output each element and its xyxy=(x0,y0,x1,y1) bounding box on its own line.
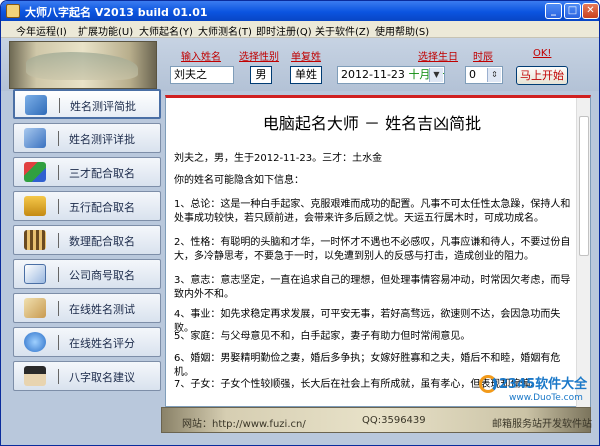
scrollbar-thumb[interactable] xyxy=(579,116,589,256)
vertical-scrollbar[interactable] xyxy=(576,98,590,407)
gender-label: 选择性别 xyxy=(239,52,279,63)
sidebar-item-three-talents[interactable]: 三才配合取名 xyxy=(13,157,161,187)
watermark-url: www.DuoTe.com xyxy=(509,393,583,403)
scholar-icon xyxy=(24,366,46,386)
sidebar-item-label: 姓名测评详批 xyxy=(69,133,135,146)
function-sidebar: 姓名测评简批 姓名测评详批 三才配合取名 五行配合取名 数理配合取名 公司商号取… xyxy=(13,89,161,409)
title-bar: 大师八字起名 V2013 build 01.01 _ □ ✕ xyxy=(1,1,599,21)
divider xyxy=(58,335,59,350)
sidebar-item-label: 在线姓名测试 xyxy=(69,303,135,316)
birthday-label: 选择生日 xyxy=(418,52,458,63)
document-check-icon xyxy=(24,264,46,284)
birthday-picker[interactable]: 2012-11-23 十月初十 ▼ xyxy=(337,66,445,84)
sidebar-item-company-naming[interactable]: 公司商号取名 xyxy=(13,259,161,289)
divider xyxy=(58,233,59,248)
hour-stepper[interactable]: 0 ⇕ xyxy=(465,66,503,84)
app-icon xyxy=(6,4,20,18)
window-title: 大师八字起名 V2013 build 01.01 xyxy=(25,6,208,19)
paragraph-will: 3、意志：意志坚定，一直在追求自己的理想，但处理事情容易冲动，时常因欠考虑，而导… xyxy=(174,275,571,300)
sidebar-item-label: 五行配合取名 xyxy=(69,201,135,214)
paragraph-family: 5、家庭：与父母意见不和，白手起家，妻子有助力但时常闹意见。 xyxy=(174,331,471,342)
name-label: 输入姓名 xyxy=(181,52,221,63)
divider xyxy=(58,301,59,316)
divider xyxy=(58,267,59,282)
name-input[interactable]: 刘夫之 xyxy=(170,66,234,84)
surname-type-selector[interactable]: 单姓 xyxy=(290,66,322,84)
menu-about[interactable]: 关于软件(Z) xyxy=(315,23,370,38)
result-document: 电脑起名大师 － 姓名吉凶简批 刘夫之，男，生于2012-11-23。三才：土水… xyxy=(165,95,591,407)
pagoda-icon xyxy=(24,196,46,216)
qq-number: QQ:3596439 xyxy=(362,415,426,426)
sidebar-item-online-score[interactable]: 在线姓名评分 xyxy=(13,327,161,357)
sidebar-item-online-test[interactable]: 在线姓名测试 xyxy=(13,293,161,323)
surname-type-label: 单复姓 xyxy=(291,52,321,63)
menu-bar: 今年运程(I) 扩展功能(U) 大师起名(Y) 大师测名(T) 即时注册(Q) … xyxy=(1,21,599,38)
sidebar-item-label: 在线姓名评分 xyxy=(69,337,135,350)
footer-right-text: 邮箱服务站开发软件站 xyxy=(492,419,592,430)
sidebar-item-label: 数理配合取名 xyxy=(69,235,135,248)
menu-master-test[interactable]: 大师测名(T) xyxy=(198,23,252,38)
divider xyxy=(59,98,60,113)
divider xyxy=(58,369,59,384)
hour-value: 0 xyxy=(469,68,476,81)
paragraph-overview: 1、总论：这是一种白手起家、克服艰难而成功的配置。凡事不可太任性太急躁，保持人和… xyxy=(174,199,571,224)
menu-register[interactable]: 即时注册(Q) xyxy=(256,23,312,38)
watermark-logo-text: 2345软件大全 xyxy=(499,377,588,392)
sidebar-item-label: 八字取名建议 xyxy=(69,371,135,384)
birthday-date: 2012-11-23 xyxy=(341,68,405,81)
gender-selector[interactable]: 男 xyxy=(250,66,272,84)
intro-line: 你的姓名可能隐含如下信息： xyxy=(174,175,304,186)
menu-year-fortune[interactable]: 今年运程(I) xyxy=(16,23,67,38)
minimize-button[interactable]: _ xyxy=(545,3,562,19)
landscape-scroll-painting xyxy=(9,41,157,89)
app-window: 大师八字起名 V2013 build 01.01 _ □ ✕ 今年运程(I) 扩… xyxy=(0,0,600,446)
divider xyxy=(58,165,59,180)
cubes-icon xyxy=(24,162,46,182)
menu-extensions[interactable]: 扩展功能(U) xyxy=(78,23,133,38)
website-link[interactable]: 网站：http://www.fuzi.cn/ xyxy=(182,415,306,430)
sidebar-item-numerology[interactable]: 数理配合取名 xyxy=(13,225,161,255)
clipboard-icon xyxy=(24,298,46,318)
watermark-logo-icon xyxy=(479,375,497,393)
sidebar-item-detailed-evaluation[interactable]: 姓名测评详批 xyxy=(13,123,161,153)
maximize-button[interactable]: □ xyxy=(564,3,581,19)
start-button[interactable]: 马上开始 xyxy=(516,66,568,85)
watermark: 2345软件大全 www.DuoTe.com xyxy=(479,373,599,417)
document-title: 电脑起名大师 － 姓名吉凶简批 xyxy=(262,114,482,133)
divider xyxy=(58,199,59,214)
chevron-down-icon[interactable]: ▼ xyxy=(429,68,443,82)
divider xyxy=(58,131,59,146)
hour-label: 时辰 xyxy=(473,52,493,63)
globe-icon xyxy=(24,332,46,352)
sidebar-item-label: 三才配合取名 xyxy=(69,167,135,180)
summary-line: 刘夫之，男，生于2012-11-23。三才：土水金 xyxy=(174,153,383,164)
close-button[interactable]: ✕ xyxy=(582,3,599,19)
ok-label: OK! xyxy=(533,48,552,59)
user-card-icon xyxy=(25,95,47,115)
sidebar-item-label: 公司商号取名 xyxy=(69,269,135,282)
sidebar-item-label: 姓名测评简批 xyxy=(70,100,136,113)
menu-master-naming[interactable]: 大师起名(Y) xyxy=(139,23,193,38)
abacus-icon xyxy=(24,230,46,250)
user-detail-icon xyxy=(24,128,46,148)
menu-help[interactable]: 使用帮助(S) xyxy=(375,23,429,38)
spin-arrows-icon[interactable]: ⇕ xyxy=(487,68,501,82)
sidebar-item-brief-evaluation[interactable]: 姓名测评简批 xyxy=(13,89,161,119)
paragraph-personality: 2、性格：有聪明的头脑和才华，一时怀才不遇也不必感叹，凡事应谦和待人，不要过份自… xyxy=(174,237,571,262)
sidebar-item-five-elements[interactable]: 五行配合取名 xyxy=(13,191,161,221)
sidebar-item-bazi-advice[interactable]: 八字取名建议 xyxy=(13,361,161,391)
